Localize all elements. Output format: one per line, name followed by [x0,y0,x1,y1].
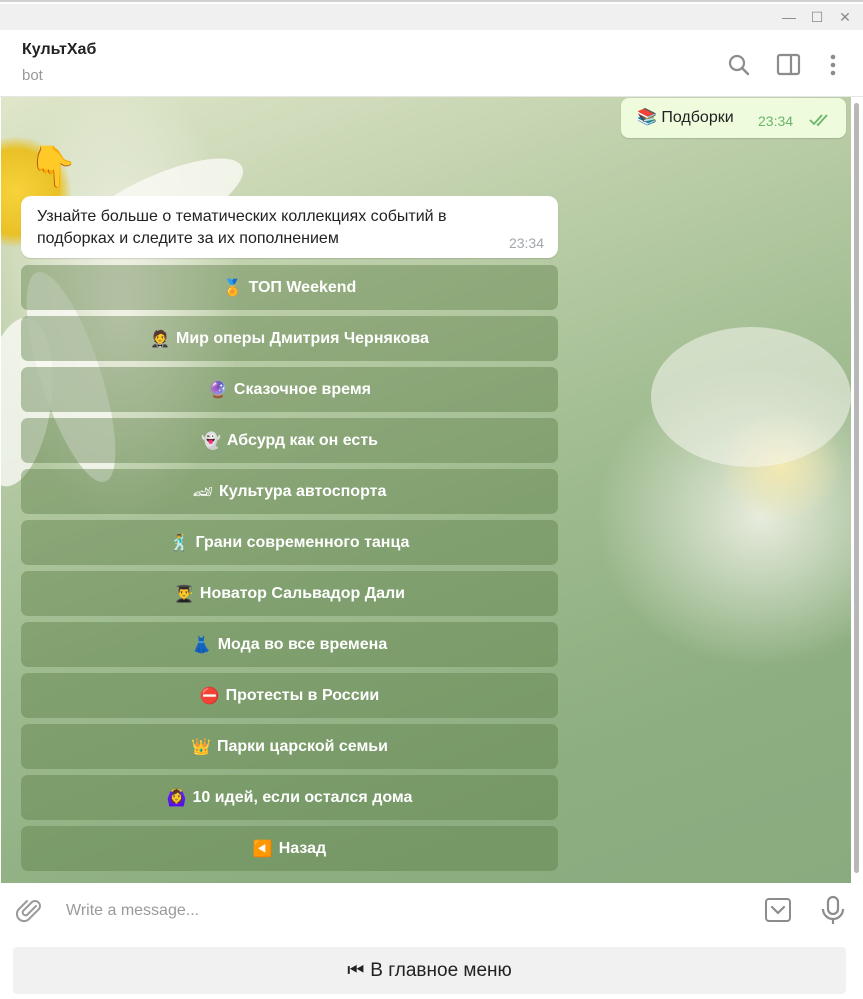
back-track-emoji: ⏮ [347,959,365,981]
message-input[interactable] [66,898,746,924]
main-menu-button-label: В главное меню [370,959,512,981]
message-composer [0,883,863,939]
inline-button-fashion[interactable]: 👗 Мода во все времена [21,622,558,667]
incoming-message[interactable]: Узнайте больше о тематических коллекциях… [21,196,558,258]
close-button[interactable]: ✕ [836,8,854,26]
double-check-icon [809,114,828,127]
button-emoji: 👗 [191,636,212,654]
daisy-petal [651,327,851,467]
inline-button-motorsport-culture[interactable]: 🏎 Культура автоспорта [21,469,558,514]
chat-header: КультХаб bot [0,30,863,97]
scrollbar-thumb[interactable] [854,103,859,873]
outgoing-message[interactable]: 📚 Подборки 23:34 [621,98,846,138]
message-time: 23:34 [758,113,794,129]
maximize-button[interactable]: ☐ [808,8,826,26]
bot-keyboard-toggle-icon[interactable] [764,896,792,924]
more-vertical-icon[interactable] [820,52,846,78]
outgoing-message-label: Подборки [661,109,734,126]
button-emoji: 🏎 [192,483,213,501]
button-label: Грани современного танца [195,533,410,551]
chat-subtitle: bot [22,67,43,84]
inline-button-protests[interactable]: ⛔ Протесты в России [21,673,558,718]
button-emoji: ⛔ [199,687,220,705]
inline-button-salvador-dali[interactable]: 👨‍🎓 Новатор Сальвадор Дали [21,571,558,616]
button-emoji: 🤵 [150,330,170,348]
inline-button-opera-world[interactable]: 🤵 Мир оперы Дмитрия Чернякова [21,316,558,361]
button-emoji: 🙆‍♀️ [166,789,187,807]
inline-button-absurd[interactable]: 👻 Абсурд как он есть [21,418,558,463]
button-label: ТОП Weekend [248,278,357,296]
button-emoji: 👻 [201,432,221,450]
books-emoji: 📚 [637,109,657,126]
inline-button-modern-dance[interactable]: 🕺 Грани современного танца [21,520,558,565]
outgoing-message-text: 📚 Подборки [637,107,734,127]
button-label: Культура автоспорта [218,482,387,500]
chat-title[interactable]: КультХаб [22,41,96,59]
button-emoji: 🔮 [207,381,228,399]
telegram-window: — ☐ ✕ КультХаб bot 📚 Подборки 23:34 👇 Уз… [0,0,863,999]
message-time: 23:34 [508,235,544,251]
paperclip-icon[interactable] [16,897,44,925]
window-titlebar: — ☐ ✕ [0,4,863,30]
button-label: 10 идей, если остался дома [192,788,413,806]
incoming-message-text: Узнайте больше о тематических коллекциях… [37,208,447,247]
sidebar-toggle-icon[interactable] [776,52,802,78]
button-emoji: ◀️ [252,840,273,858]
button-label: Сказочное время [233,380,372,398]
button-label: Мир оперы Дмитрия Чернякова [176,329,429,347]
microphone-icon[interactable] [820,895,846,925]
button-emoji: 👑 [191,738,211,756]
button-label: Мода во все времена [217,635,388,653]
chat-scrollbar[interactable] [851,97,863,883]
button-emoji: 🏅 [222,279,243,297]
button-emoji: 🕺 [169,534,190,552]
inline-button-back[interactable]: ◀️ Назад [21,826,558,871]
main-menu-button[interactable]: ⏮ В главное меню [13,947,846,994]
button-label: Абсурд как он есть [226,431,378,449]
button-label: Назад [278,839,327,857]
inline-button-royal-parks[interactable]: 👑 Парки царской семьи [21,724,558,769]
pointing-down-sticker: 👇 [28,145,78,189]
inline-button-ideas-home[interactable]: 🙆‍♀️ 10 идей, если остался дома [21,775,558,820]
button-label: Протесты в России [225,686,380,704]
button-label: Новатор Сальвадор Дали [199,584,405,602]
inline-button-fairy-time[interactable]: 🔮 Сказочное время [21,367,558,412]
inline-button-top-weekend[interactable]: 🏅 ТОП Weekend [21,265,558,310]
minimize-button[interactable]: — [780,8,798,26]
search-icon[interactable] [726,52,752,78]
button-label: Парки царской семьи [216,737,388,755]
button-emoji: 👨‍🎓 [173,585,194,603]
